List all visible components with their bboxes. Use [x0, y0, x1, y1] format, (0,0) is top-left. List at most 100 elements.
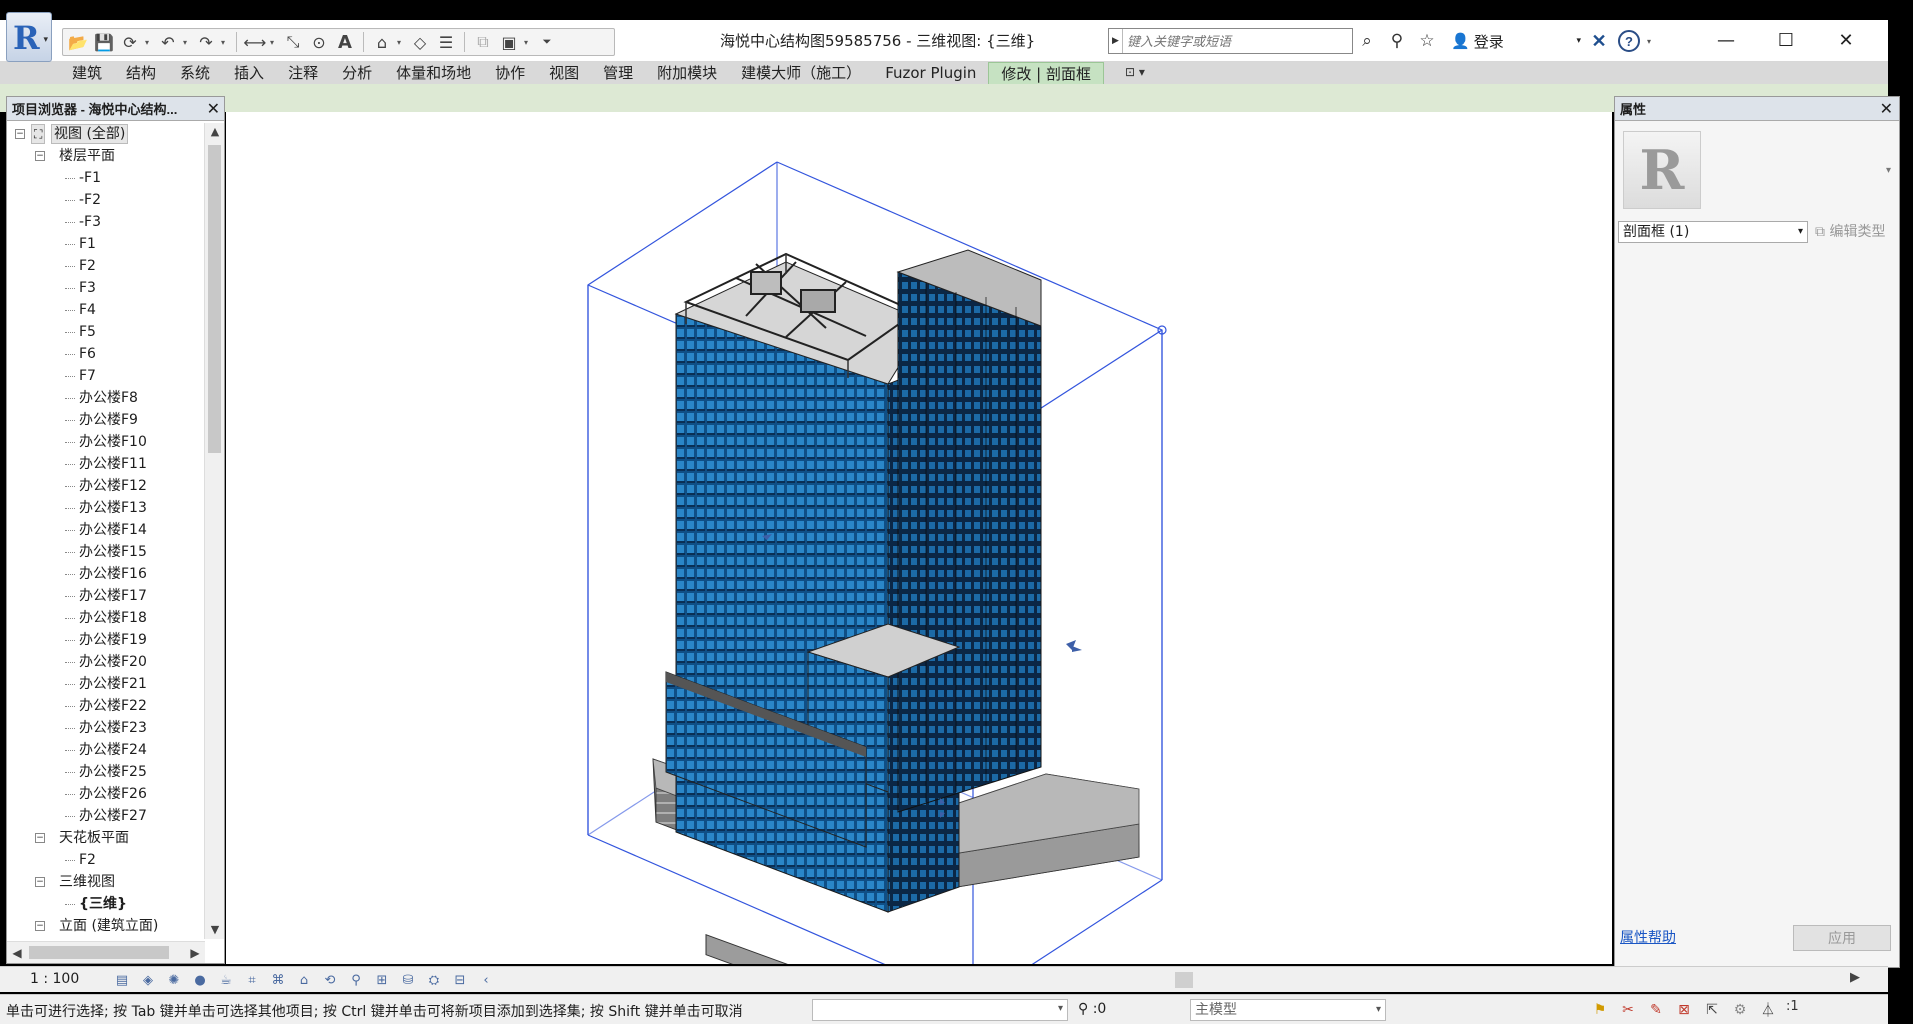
redo-icon[interactable]: ↷	[195, 31, 217, 53]
tree-item[interactable]: − 楼层平面	[7, 145, 205, 167]
help-caret[interactable]: ▾	[1647, 37, 1655, 46]
tree-item[interactable]: F6	[7, 343, 205, 365]
select-links-icon[interactable]: ⚑	[1590, 999, 1610, 1021]
view-horizontal-scroll-thumb[interactable]	[1175, 972, 1193, 988]
ribbon-tab[interactable]: 插入	[222, 62, 276, 84]
scroll-up-icon[interactable]: ▲	[205, 123, 225, 141]
constraints-icon[interactable]: ⊟	[450, 970, 470, 990]
tree-item[interactable]: 办公楼F26	[7, 783, 205, 805]
tree-item[interactable]: 办公楼F20	[7, 651, 205, 673]
apply-button[interactable]: 应用	[1793, 925, 1891, 951]
ribbon-tab[interactable]: 建模大师（施工）	[729, 62, 873, 84]
render-icon[interactable]: ☕	[216, 970, 236, 990]
tree-item[interactable]: 办公楼F24	[7, 739, 205, 761]
search-input[interactable]	[1123, 33, 1323, 49]
sync-icon[interactable]: ⟳	[119, 31, 141, 53]
collapse-toggle-icon[interactable]: −	[35, 833, 45, 843]
open-icon[interactable]: 📂	[67, 31, 89, 53]
thin-lines-icon[interactable]: ☰	[435, 31, 457, 53]
reveal-hidden-icon[interactable]: ⚲	[346, 970, 366, 990]
ribbon-tab[interactable]: 结构	[114, 62, 168, 84]
tree-item[interactable]: 办公楼F25	[7, 761, 205, 783]
tree-item[interactable]: F3	[7, 277, 205, 299]
subscription-icon[interactable]: ⚲	[1385, 29, 1409, 53]
temp-view-props-icon[interactable]: ⊞	[372, 970, 392, 990]
undo-icon[interactable]: ↶	[157, 31, 179, 53]
background-processes-icon[interactable]: ⚙	[1730, 999, 1750, 1021]
tree-item[interactable]: 办公楼F21	[7, 673, 205, 695]
sun-path-icon[interactable]: ✺	[164, 970, 184, 990]
sync-caret[interactable]: ▾	[145, 38, 153, 47]
close-hidden-icon[interactable]: ⧉	[472, 31, 494, 53]
maximize-button[interactable]: ☐	[1756, 22, 1816, 58]
ribbon-tab[interactable]: 体量和场地	[384, 62, 483, 84]
tree-horizontal-scrollbar[interactable]: ◀ ▶	[7, 941, 205, 963]
temp-hide-icon[interactable]: ⟲	[320, 970, 340, 990]
text-icon[interactable]: A	[334, 31, 356, 53]
ribbon-tab[interactable]: 建筑	[60, 62, 114, 84]
tree-item[interactable]: 办公楼F8	[7, 387, 205, 409]
3d-view-caret[interactable]: ▾	[397, 38, 405, 47]
collapse-icon[interactable]: ‹	[476, 970, 496, 990]
edit-type-button[interactable]: ⧉ 编辑类型	[1811, 221, 1897, 243]
tree-item[interactable]: {三维}	[7, 893, 205, 915]
exchange-apps-icon[interactable]: ✕	[1587, 29, 1611, 53]
view-scale[interactable]: 1 : 100	[30, 971, 79, 987]
show-crop-icon[interactable]: ⌘	[268, 970, 288, 990]
tree-item[interactable]: 办公楼F23	[7, 717, 205, 739]
tree-item[interactable]: F2	[7, 849, 205, 871]
tree-item[interactable]: 办公楼F10	[7, 431, 205, 453]
status-workset-combo[interactable]: ▾	[812, 999, 1068, 1021]
section-box-grip-icon[interactable]	[1066, 640, 1082, 652]
close-icon[interactable]: ✕	[1880, 99, 1893, 119]
tree-item[interactable]: 办公楼F27	[7, 805, 205, 827]
dimension-icon[interactable]: ⤡	[282, 31, 304, 53]
tree-item[interactable]: 办公楼F16	[7, 563, 205, 585]
tree-item[interactable]: -F3	[7, 211, 205, 233]
scroll-right-icon[interactable]: ▶	[1850, 970, 1860, 985]
save-icon[interactable]: 💾	[93, 31, 115, 53]
scroll-thumb[interactable]	[29, 946, 169, 959]
tree-item[interactable]: 办公楼F14	[7, 519, 205, 541]
tree-item[interactable]: F7	[7, 365, 205, 387]
collapse-toggle-icon[interactable]: −	[35, 921, 45, 931]
drag-elements-icon[interactable]: ⇱	[1702, 999, 1722, 1021]
measure-caret[interactable]: ▾	[270, 38, 278, 47]
scroll-left-icon[interactable]: ◀	[7, 942, 27, 964]
collapse-toggle-icon[interactable]: −	[35, 151, 45, 161]
help-button[interactable]: ?	[1617, 29, 1641, 53]
ribbon-tab[interactable]: 分析	[330, 62, 384, 84]
ribbon-tab[interactable]: 系统	[168, 62, 222, 84]
tree-item[interactable]: 办公楼F13	[7, 497, 205, 519]
ribbon-tab[interactable]: 附加模块	[645, 62, 729, 84]
tree-item[interactable]: -F2	[7, 189, 205, 211]
ribbon-tab[interactable]: 视图	[537, 62, 591, 84]
tree-vertical-scrollbar[interactable]: ▲ ▼	[204, 123, 224, 939]
collapse-toggle-icon[interactable]: −	[35, 877, 45, 887]
analysis-display-icon[interactable]: ⛁	[398, 970, 418, 990]
filter-icon[interactable]: ⏃	[1758, 999, 1778, 1021]
tree-item[interactable]: 办公楼F12	[7, 475, 205, 497]
lock-view-icon[interactable]: ⌂	[294, 970, 314, 990]
visual-style-icon[interactable]: ◈	[138, 970, 158, 990]
ribbon-minimize-icon[interactable]: ⊡ ▾	[1125, 65, 1145, 79]
type-selector[interactable]: 剖面框 (1) ▾	[1618, 221, 1808, 243]
ribbon-tab[interactable]: 注释	[276, 62, 330, 84]
minimize-button[interactable]: —	[1696, 22, 1756, 58]
ribbon-tab[interactable]: Fuzor Plugin	[873, 62, 988, 84]
3d-view-icon[interactable]: ⌂	[371, 31, 393, 53]
customize-icon[interactable]: ⏷	[536, 31, 558, 53]
application-menu-button[interactable]: R ▾	[6, 12, 52, 62]
tree-item[interactable]: -F1	[7, 167, 205, 189]
select-underlay-icon[interactable]: ✂	[1618, 999, 1638, 1021]
tree-item[interactable]: − 立面 (建筑立面)	[7, 915, 205, 937]
tree-item[interactable]: 办公楼F11	[7, 453, 205, 475]
tree-item[interactable]: F4	[7, 299, 205, 321]
tree-item[interactable]: 办公楼F15	[7, 541, 205, 563]
tree-item[interactable]: F1	[7, 233, 205, 255]
redo-caret[interactable]: ▾	[221, 38, 229, 47]
select-pinned-icon[interactable]: ✎	[1646, 999, 1666, 1021]
select-by-face-icon[interactable]: ⊠	[1674, 999, 1694, 1021]
scroll-thumb[interactable]	[208, 145, 221, 453]
tree-item[interactable]: F5	[7, 321, 205, 343]
